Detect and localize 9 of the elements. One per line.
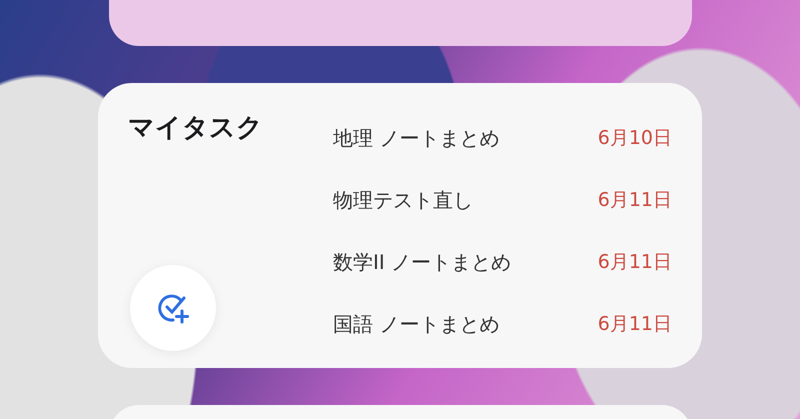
- due-date: 6月10日: [598, 126, 672, 151]
- task-title[interactable]: 国語 ノートまとめ: [333, 310, 500, 338]
- due-date: 6月11日: [598, 312, 672, 337]
- due-date: 6月11日: [598, 188, 672, 213]
- due-date: 6月11日: [598, 250, 672, 275]
- task-title[interactable]: 数学II ノートまとめ: [333, 248, 512, 276]
- widget-title: マイタスク: [128, 113, 264, 144]
- task-title[interactable]: 物理テスト直し: [333, 186, 473, 214]
- task-title[interactable]: 地理 ノートまとめ: [333, 124, 500, 152]
